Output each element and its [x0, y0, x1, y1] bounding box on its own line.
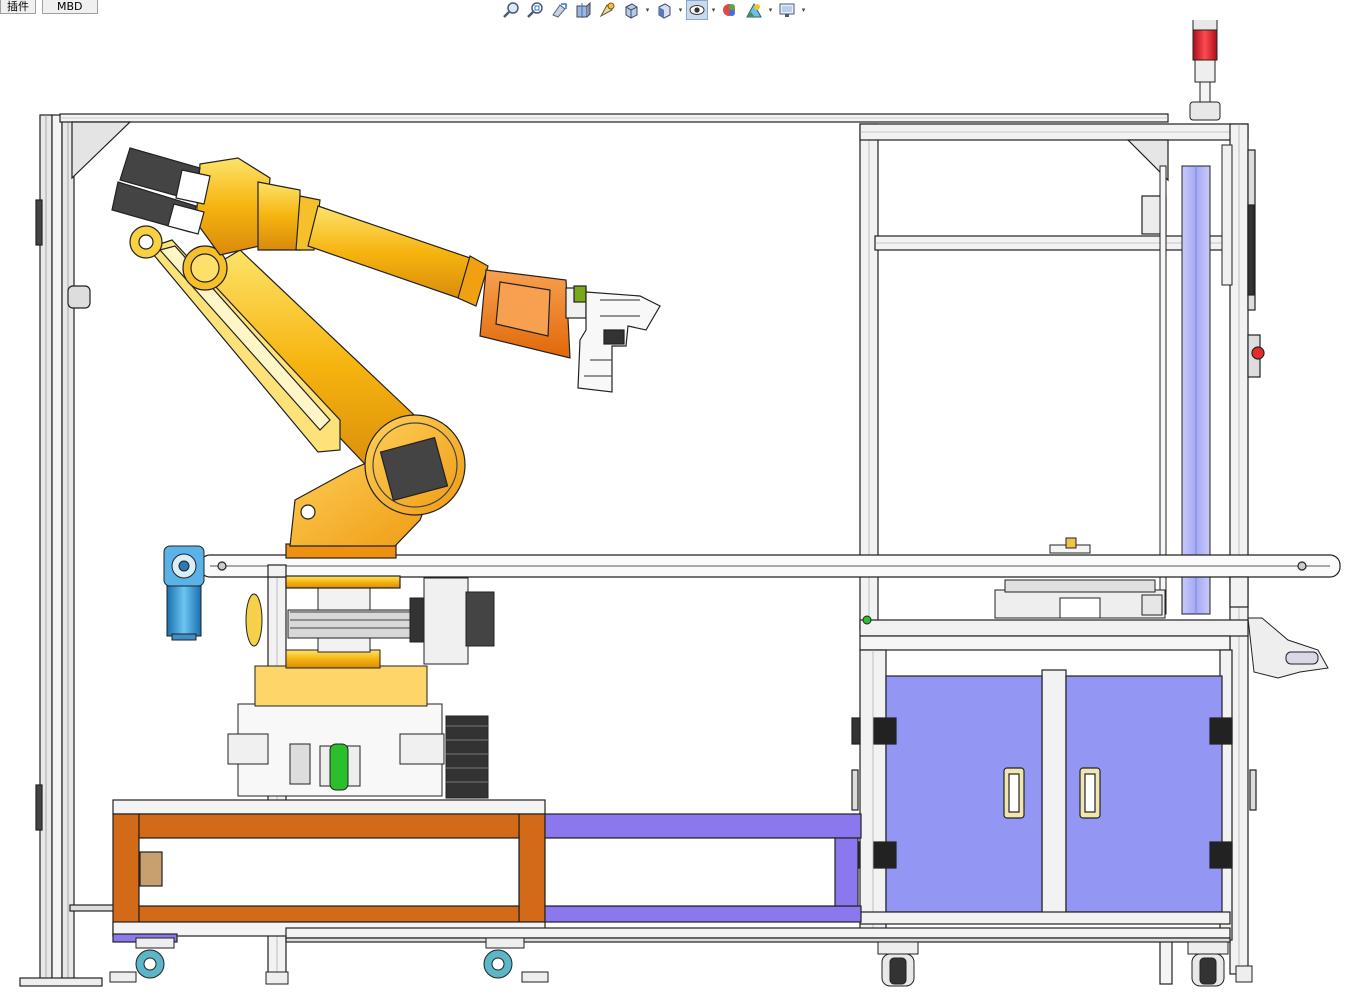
- previous-view-button[interactable]: [548, 0, 570, 20]
- dynamic-annotation-icon: [599, 2, 615, 18]
- tab-mbd[interactable]: MBD: [42, 0, 98, 14]
- hide-show-items-dropdown[interactable]: ▾: [710, 0, 717, 20]
- hide-show-items-icon: [689, 5, 705, 15]
- signal-tower-light: [1189, 20, 1221, 121]
- vertical-linear-module: [1159, 144, 1233, 615]
- robot-arm: [111, 147, 661, 589]
- linear-rail-base: [544, 813, 862, 923]
- display-style-icon: [658, 3, 671, 19]
- hide-show-items-button[interactable]: [686, 0, 708, 20]
- zoom-to-area-button[interactable]: [524, 0, 546, 20]
- view-settings-dropdown[interactable]: ▾: [800, 0, 807, 20]
- edit-appearance-icon: [723, 4, 735, 16]
- view-orientation-button[interactable]: [620, 0, 642, 20]
- conveyor-drive-motor: [163, 545, 205, 641]
- section-view-icon: [576, 1, 591, 18]
- apply-scene-button[interactable]: [743, 0, 765, 20]
- lower-cabinet: [851, 619, 1257, 941]
- heads-up-view-toolbar: ▾ ▾ ▾ ▾ ▾: [500, 0, 807, 20]
- previous-view-icon: [552, 3, 567, 18]
- apply-scene-dropdown[interactable]: ▾: [767, 0, 774, 20]
- display-style-button[interactable]: [653, 0, 675, 20]
- display-style-dropdown[interactable]: ▾: [677, 0, 684, 20]
- base-frame: [112, 799, 546, 943]
- floor-beam: [285, 927, 1231, 943]
- graphics-area[interactable]: [0, 20, 1348, 995]
- side-handle: [1247, 617, 1329, 679]
- view-settings-icon: [779, 3, 795, 17]
- zoom-to-fit-icon: [503, 2, 519, 18]
- zoom-to-area-icon: [527, 2, 543, 18]
- view-settings-button[interactable]: [776, 0, 798, 20]
- workstation-fixture: [994, 537, 1166, 619]
- dynamic-annotation-button[interactable]: [596, 0, 618, 20]
- vertical-post-left: [267, 564, 287, 578]
- status-indicator-icon: [862, 615, 872, 625]
- view-orientation-icon: [625, 3, 638, 19]
- view-orientation-dropdown[interactable]: ▾: [644, 0, 651, 20]
- tab-plugins[interactable]: 插件: [0, 0, 36, 14]
- apply-scene-icon: [746, 2, 762, 18]
- command-manager-tabs: 插件 MBD: [0, 0, 98, 14]
- edit-appearance-button[interactable]: [719, 0, 741, 20]
- section-view-button[interactable]: [572, 0, 594, 20]
- zoom-to-fit-button[interactable]: [500, 0, 522, 20]
